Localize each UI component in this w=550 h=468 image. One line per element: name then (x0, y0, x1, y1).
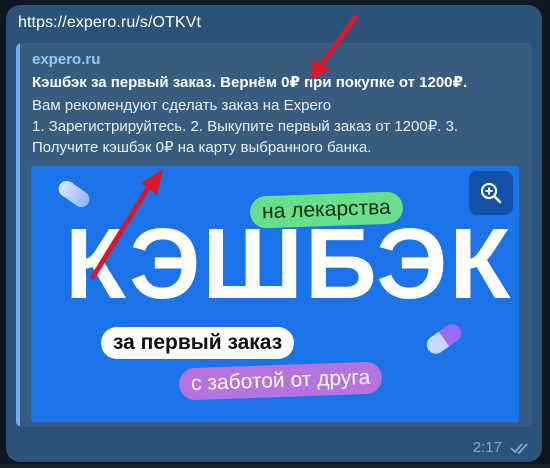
preview-title: Кэшбэк за первый заказ. Вернём 0₽ при по… (32, 74, 468, 91)
double-check-icon (510, 442, 528, 454)
preview-description: Вам рекомендуют сделать заказ на Expero … (32, 95, 522, 158)
zoom-in-button[interactable] (469, 171, 513, 215)
preview-site-name: expero.ru (32, 51, 101, 68)
message-bubble: https://expero.ru/s/OTKVt expero.ru Кэшб… (6, 5, 542, 462)
message-time: 2:17 (472, 439, 502, 456)
message-link[interactable]: https://expero.ru/s/OTKVt (18, 14, 201, 32)
banner-headline: КЭШБЭК (65, 208, 513, 320)
pill-decoration (55, 177, 93, 211)
banner-tag-bottom: с заботой от друга (178, 361, 383, 401)
preview-accent-bar (16, 43, 20, 427)
link-preview[interactable]: expero.ru Кэшбэк за первый заказ. Вернём… (16, 43, 532, 427)
preview-description-line: Получите кэшбэк 0₽ на карту выбранного б… (32, 139, 372, 156)
message-meta: 2:17 (473, 439, 532, 456)
preview-description-line: 1. Зарегистрируйтесь. 2. Выкупите первый… (32, 118, 459, 135)
bottom-strip (0, 464, 550, 468)
zoom-in-icon (480, 182, 502, 204)
banner-tag-middle: за первый заказ (101, 327, 295, 359)
preview-description-line: Вам рекомендуют сделать заказ на Expero (32, 97, 332, 114)
preview-image[interactable]: на лекарства КЭШБЭК за первый заказ с за… (31, 166, 519, 422)
pill-decoration (423, 320, 465, 358)
